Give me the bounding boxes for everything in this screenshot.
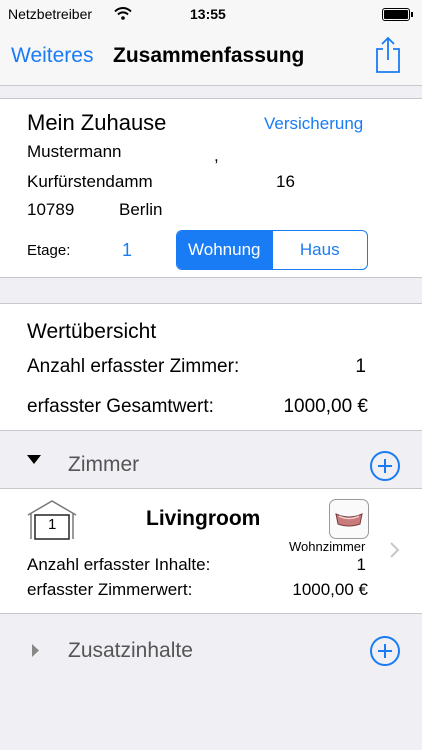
home-title: Mein Zuhause bbox=[27, 110, 167, 135]
clock: 13:55 bbox=[190, 6, 226, 22]
house-icon-number: 1 bbox=[48, 516, 57, 533]
total-value-label: erfasster Gesamtwert: bbox=[27, 396, 214, 417]
share-icon[interactable] bbox=[375, 36, 401, 74]
rooms-section-title: Zimmer bbox=[68, 453, 140, 476]
city: Berlin bbox=[119, 200, 163, 219]
navigation-bar: Weiteres Zusammenfassung bbox=[0, 28, 422, 86]
rooms-section-header[interactable]: Zimmer bbox=[0, 432, 422, 488]
street: Kurfürstendamm bbox=[27, 172, 153, 191]
status-bar: Netzbetreiber 13:55 bbox=[0, 0, 422, 28]
dwelling-type-segmented-control[interactable]: Wohnung Haus bbox=[176, 230, 368, 270]
extras-section-header[interactable]: Zusatzinhalte bbox=[0, 622, 422, 678]
segment-house[interactable]: Haus bbox=[271, 231, 368, 269]
page-title: Zusammenfassung bbox=[113, 44, 305, 67]
rooms-count-value: 1 bbox=[355, 356, 366, 377]
owner-name: Mustermann bbox=[27, 142, 122, 161]
zip-code: 10789 bbox=[27, 200, 75, 219]
wifi-icon bbox=[114, 7, 132, 20]
room-type: Wohnzimmer bbox=[289, 539, 366, 554]
name-separator: , bbox=[214, 146, 219, 165]
segment-apartment[interactable]: Wohnung bbox=[177, 231, 272, 269]
total-value-amount: 1000,00 € bbox=[283, 396, 368, 417]
disclosure-expanded-icon[interactable] bbox=[27, 455, 41, 465]
floor-label: Etage: bbox=[27, 242, 71, 259]
disclosure-collapsed-icon[interactable] bbox=[32, 644, 40, 657]
floor-value[interactable]: 1 bbox=[122, 240, 132, 261]
add-room-icon[interactable] bbox=[370, 451, 400, 481]
contents-count-label: Anzahl erfasster Inhalte: bbox=[27, 555, 211, 574]
house-icon: 1 bbox=[27, 499, 77, 541]
carrier-label: Netzbetreiber bbox=[8, 6, 93, 22]
extras-section-title: Zusatzinhalte bbox=[68, 639, 193, 662]
insurance-link[interactable]: Versicherung bbox=[264, 114, 363, 134]
rooms-count-label: Anzahl erfasster Zimmer: bbox=[27, 356, 240, 377]
room-value-label: erfasster Zimmerwert: bbox=[27, 580, 193, 599]
overview-title: Wertübersicht bbox=[27, 320, 157, 343]
sofa-icon bbox=[329, 499, 369, 539]
add-extra-icon[interactable] bbox=[370, 636, 400, 666]
battery-icon bbox=[382, 8, 410, 21]
chevron-right-icon[interactable] bbox=[390, 542, 400, 558]
room-value-amount: 1000,00 € bbox=[292, 580, 368, 599]
contents-count-value: 1 bbox=[356, 555, 366, 574]
room-name: Livingroom bbox=[146, 507, 261, 530]
house-number: 16 bbox=[276, 172, 295, 191]
back-button[interactable]: Weiteres bbox=[11, 44, 93, 68]
battery-tip bbox=[411, 12, 413, 17]
